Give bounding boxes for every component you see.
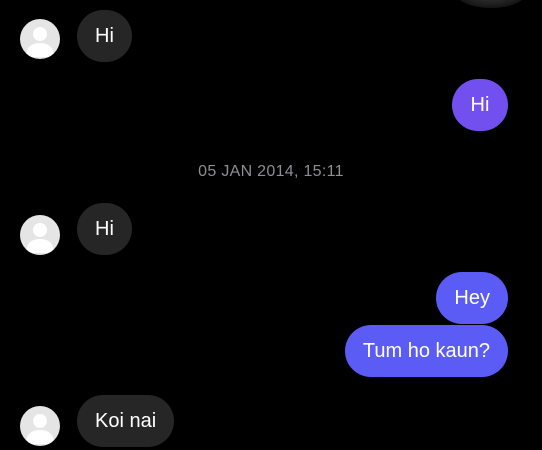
user-silhouette-icon <box>26 223 54 253</box>
incoming-message-bubble[interactable]: Hi <box>77 10 132 62</box>
contact-avatar[interactable] <box>20 19 60 59</box>
top-right-shadow <box>456 0 526 8</box>
contact-avatar[interactable] <box>20 215 60 255</box>
incoming-message-bubble[interactable]: Hi <box>77 203 132 255</box>
outgoing-message-bubble[interactable]: Tum ho kaun? <box>344 325 508 377</box>
incoming-message-bubble[interactable]: Koi nai <box>77 395 175 447</box>
chat-screen: Hi Hi 05 JAN 2014, 15:11 Hi Hey Tum ho k… <box>0 0 542 450</box>
message-text: Hi <box>95 218 114 240</box>
message-text: Tum ho kaun? <box>362 340 490 362</box>
user-silhouette-icon <box>26 414 54 444</box>
outgoing-message-bubble[interactable]: Hey <box>436 272 508 324</box>
message-text: Hi <box>470 94 490 116</box>
message-text: Koi nai <box>95 410 157 432</box>
outgoing-message-bubble[interactable]: Hi <box>452 79 508 131</box>
user-silhouette-icon <box>26 27 54 57</box>
message-text: Hey <box>454 287 490 309</box>
timestamp-divider: 05 JAN 2014, 15:11 <box>198 163 344 180</box>
contact-avatar[interactable] <box>20 406 60 446</box>
message-text: Hi <box>95 25 114 47</box>
